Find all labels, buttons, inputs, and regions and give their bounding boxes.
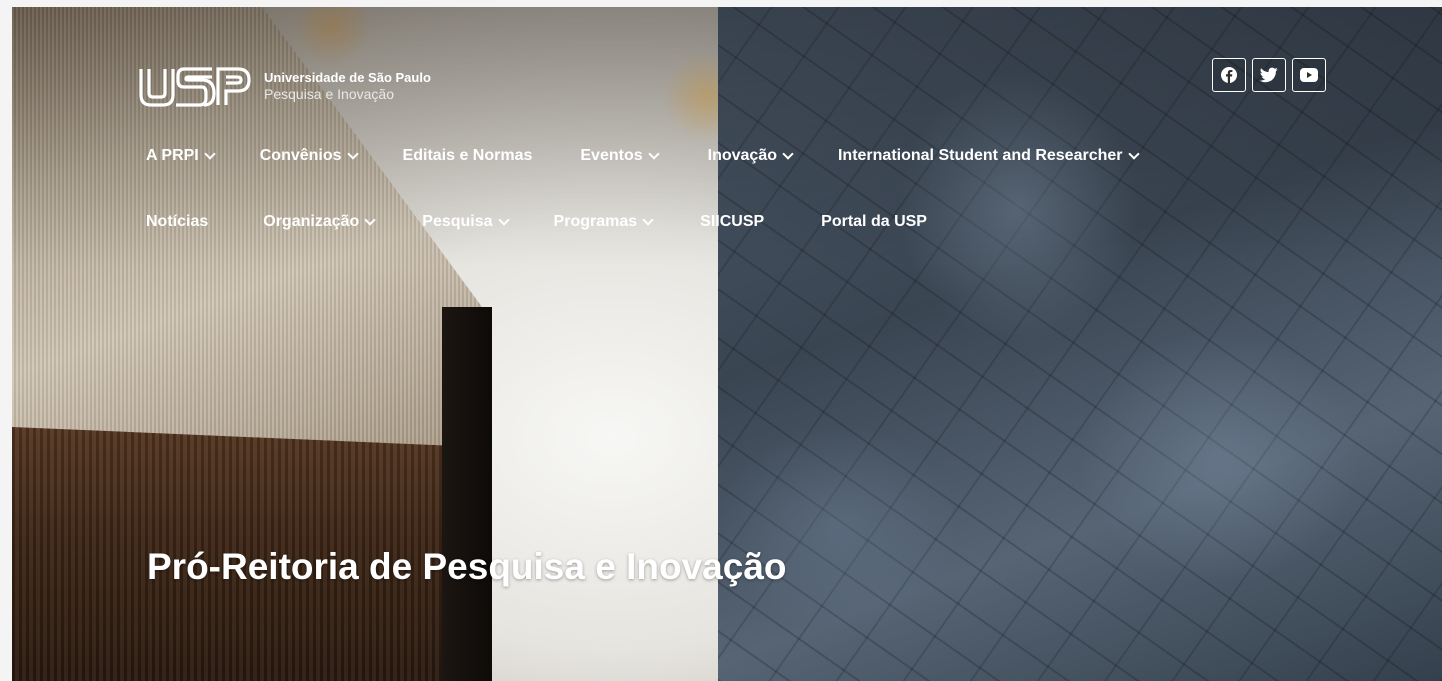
nav-item-label: Programas bbox=[553, 213, 638, 230]
usp-logo-icon bbox=[138, 65, 252, 109]
nav-item-convenios[interactable]: Convênios bbox=[259, 147, 359, 165]
nav-item-programas[interactable]: Programas bbox=[553, 213, 654, 231]
nav-item-inovacao[interactable]: Inovação bbox=[707, 147, 794, 165]
page-title: Pró-Reitoria de Pesquisa e Inovação bbox=[147, 545, 787, 587]
nav-item-pesquisa[interactable]: Pesquisa bbox=[422, 213, 510, 231]
youtube-link[interactable] bbox=[1292, 58, 1326, 92]
nav-item-label: Editais e Normas bbox=[402, 147, 533, 164]
hero-banner: Universidade de São Paulo Pesquisa e Ino… bbox=[12, 7, 1442, 681]
twitter-link[interactable] bbox=[1252, 58, 1286, 92]
nav-item-label: Eventos bbox=[580, 147, 643, 164]
nav-item-eventos[interactable]: Eventos bbox=[580, 147, 660, 165]
social-links bbox=[1212, 58, 1326, 92]
chevron-down-icon bbox=[642, 214, 654, 226]
nav-item-label: SIICUSP bbox=[700, 213, 765, 230]
nav-item-label: A PRPI bbox=[146, 147, 199, 164]
chevron-down-icon bbox=[346, 148, 359, 160]
nav-item-international-student[interactable]: International Student and Researcher bbox=[837, 147, 1140, 165]
chevron-down-icon bbox=[364, 214, 376, 226]
chevron-down-icon bbox=[497, 214, 510, 226]
chevron-down-icon bbox=[1127, 148, 1140, 160]
facebook-icon bbox=[1220, 66, 1238, 84]
org-subtitle: Pesquisa e Inovação bbox=[264, 86, 394, 103]
book-spine-decoration bbox=[12, 427, 482, 681]
chevron-down-icon bbox=[647, 148, 660, 160]
main-nav-row-2: Notícias Organização Pesquisa Programas … bbox=[146, 213, 927, 231]
nav-item-noticias[interactable]: Notícias bbox=[146, 213, 208, 231]
site-logo[interactable]: Universidade de São Paulo Pesquisa e Ino… bbox=[138, 65, 431, 109]
logo-text: Universidade de São Paulo Pesquisa e Ino… bbox=[264, 70, 431, 103]
nav-item-label: Portal da USP bbox=[821, 213, 927, 230]
nav-item-siicusp[interactable]: SIICUSP bbox=[700, 213, 764, 231]
nav-item-label: Inovação bbox=[707, 147, 777, 164]
nav-item-editais-e-normas[interactable]: Editais e Normas bbox=[403, 147, 533, 165]
main-nav-row-1: A PRPI Convênios Editais e Normas Evento… bbox=[146, 147, 1140, 165]
nav-item-label: Pesquisa bbox=[422, 213, 493, 230]
chevron-down-icon bbox=[782, 148, 794, 160]
youtube-icon bbox=[1300, 68, 1318, 82]
nav-item-label: International Student and Researcher bbox=[837, 147, 1123, 164]
nav-item-portal-da-usp[interactable]: Portal da USP bbox=[821, 213, 927, 231]
nav-item-a-prpi[interactable]: A PRPI bbox=[146, 147, 216, 165]
nav-item-label: Notícias bbox=[146, 213, 209, 230]
org-name: Universidade de São Paulo bbox=[264, 70, 431, 86]
chevron-down-icon bbox=[204, 148, 216, 160]
twitter-icon bbox=[1260, 67, 1278, 83]
nav-item-label: Convênios bbox=[259, 147, 342, 164]
facebook-link[interactable] bbox=[1212, 58, 1246, 92]
nav-item-organizacao[interactable]: Organização bbox=[263, 213, 376, 231]
nav-item-label: Organização bbox=[263, 213, 360, 230]
book-cover-decoration bbox=[442, 307, 492, 681]
